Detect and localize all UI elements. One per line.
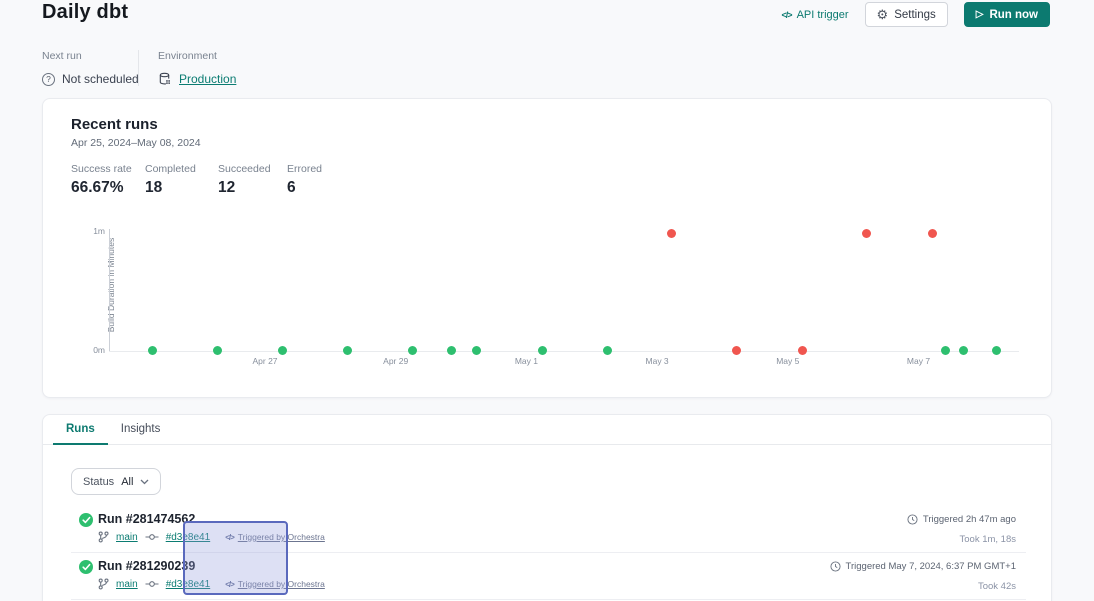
next-run-value: ? Not scheduled — [42, 72, 139, 86]
chart-plot-layer: Apr 27 Apr 29 May 1 May 3 May 5 May 7 — [43, 99, 1051, 397]
gear-icon: ⚙ — [877, 8, 889, 21]
chart-point-success[interactable] — [278, 346, 287, 355]
chart-point-error[interactable] — [798, 346, 807, 355]
page-title: Daily dbt — [42, 1, 128, 24]
recent-runs-card: Recent runs Apr 25, 2024–May 08, 2024 Su… — [42, 98, 1052, 398]
triggered-line: Triggered May 7, 2024, 6:37 PM GMT+1 — [830, 561, 1016, 572]
next-run-label: Next run — [42, 50, 139, 62]
next-run-section: Next run ? Not scheduled — [42, 50, 139, 86]
chevron-down-icon — [140, 479, 149, 485]
api-trigger-label: API trigger — [797, 9, 849, 21]
clock-icon — [830, 561, 841, 572]
status-filter-label: Status — [83, 476, 114, 488]
environment-value: Production — [158, 72, 236, 86]
took-line: Took 1m, 18s — [907, 534, 1016, 545]
code-icon: </> — [782, 10, 792, 20]
chart-xtick: May 1 — [515, 356, 538, 366]
success-check-icon — [79, 513, 93, 527]
api-trigger-link[interactable]: </> API trigger — [782, 9, 849, 21]
triggered-line: Triggered 2h 47m ago — [907, 514, 1016, 525]
question-circle-icon[interactable]: ? — [42, 73, 55, 86]
status-filter-value: All — [121, 476, 133, 488]
chart-point-success[interactable] — [213, 346, 222, 355]
settings-label: Settings — [894, 9, 936, 21]
chart-xtick: May 3 — [646, 356, 669, 366]
chart-point-success[interactable] — [447, 346, 456, 355]
highlight-overlay — [183, 521, 288, 595]
run-title[interactable]: Run #281474562 — [98, 512, 195, 526]
tabs-row: Runs Insights — [43, 415, 1051, 445]
run-timing: Triggered 2h 47m ago Took 1m, 18s — [907, 506, 1016, 545]
run-now-label: Run now — [989, 9, 1038, 21]
build-duration-chart: Build Duration in Minutes 1m 0m Apr 27Ap… — [43, 99, 1051, 397]
clock-icon — [907, 514, 918, 525]
git-branch-icon — [98, 578, 109, 590]
settings-button[interactable]: ⚙ Settings — [865, 2, 948, 27]
chart-point-success[interactable] — [538, 346, 547, 355]
chart-point-error[interactable] — [862, 229, 871, 238]
chart-point-success[interactable] — [472, 346, 481, 355]
chart-xtick: May 7 — [907, 356, 930, 366]
branch-link[interactable]: main — [116, 532, 138, 543]
meta-divider — [138, 50, 139, 86]
took-line: Took 42s — [830, 581, 1016, 592]
chart-point-success[interactable] — [992, 346, 1001, 355]
environment-label: Environment — [158, 50, 236, 62]
chart-point-success[interactable] — [941, 346, 950, 355]
branch-link[interactable]: main — [116, 579, 138, 590]
tab-runs[interactable]: Runs — [53, 415, 108, 445]
chart-xtick: Apr 27 — [252, 356, 277, 366]
chart-point-success[interactable] — [408, 346, 417, 355]
database-icon — [158, 72, 172, 86]
git-commit-icon — [145, 580, 159, 588]
environment-link[interactable]: Production — [179, 72, 236, 86]
run-title[interactable]: Run #281290239 — [98, 559, 195, 573]
run-timing: Triggered May 7, 2024, 6:37 PM GMT+1 Too… — [830, 553, 1016, 592]
git-branch-icon — [98, 531, 109, 543]
chart-xtick: Apr 29 — [383, 356, 408, 366]
chart-point-success[interactable] — [148, 346, 157, 355]
chart-point-error[interactable] — [667, 229, 676, 238]
chart-point-success[interactable] — [343, 346, 352, 355]
chart-point-error[interactable] — [928, 229, 937, 238]
chart-xtick: May 5 — [776, 356, 799, 366]
header-actions: </> API trigger ⚙ Settings ▷ Run now — [782, 2, 1050, 27]
chart-point-error[interactable] — [732, 346, 741, 355]
chart-point-success[interactable] — [603, 346, 612, 355]
environment-section: Environment Production — [158, 50, 236, 86]
status-filter-dropdown[interactable]: Status All — [71, 468, 161, 495]
chart-point-success[interactable] — [959, 346, 968, 355]
play-icon: ▷ — [976, 10, 984, 20]
run-now-button[interactable]: ▷ Run now — [964, 2, 1050, 27]
success-check-icon — [79, 560, 93, 574]
git-commit-icon — [145, 533, 159, 541]
job-page: Daily dbt </> API trigger ⚙ Settings ▷ R… — [0, 0, 1094, 601]
tab-insights[interactable]: Insights — [108, 415, 174, 445]
